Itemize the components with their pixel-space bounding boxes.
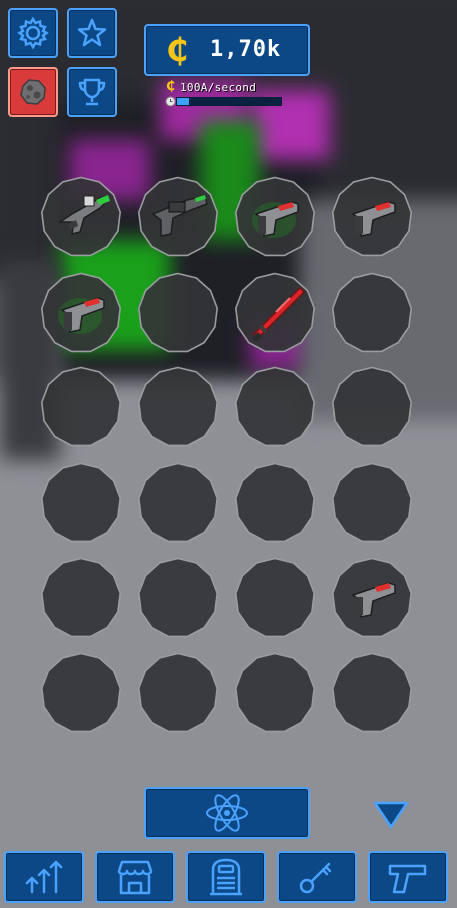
merge-slot[interactable] [234, 366, 316, 448]
slot-frame [331, 652, 413, 733]
slot-frame [234, 462, 316, 543]
trophy-icon [78, 78, 106, 106]
merge-slot[interactable] [234, 557, 316, 639]
merge-slot[interactable] [331, 462, 413, 544]
income-rate-text: 100A/second [180, 81, 257, 94]
store-icon [117, 860, 153, 895]
merge-slot[interactable] [234, 462, 316, 544]
triangle-down-icon[interactable] [372, 800, 410, 830]
merge-slot[interactable] [234, 272, 316, 354]
robot-icon [210, 858, 242, 896]
red-pistol-icon[interactable] [331, 176, 413, 258]
key-tab[interactable] [277, 851, 357, 903]
merge-slot[interactable] [331, 176, 413, 258]
slot-frame [234, 652, 316, 733]
star-icon [77, 18, 107, 47]
merge-slot[interactable] [137, 557, 219, 639]
slot-frame [40, 652, 122, 733]
merge-slot[interactable] [331, 557, 413, 639]
red-saber-icon[interactable] [234, 272, 316, 354]
merge-slot[interactable] [331, 366, 413, 448]
slot-frame [331, 462, 413, 543]
arrows-up-icon [25, 860, 63, 894]
merge-slot[interactable] [234, 652, 316, 734]
merge-slot[interactable] [40, 366, 122, 448]
slot-frame [40, 366, 122, 447]
merge-slot[interactable] [40, 176, 122, 258]
currency-panel: ₵ 1,70k [144, 24, 310, 76]
key-icon [299, 862, 332, 894]
merge-slot[interactable] [40, 272, 122, 354]
favorites-button[interactable] [67, 8, 117, 58]
clock-icon [165, 96, 176, 107]
slot-frame [137, 557, 219, 638]
merge-slot[interactable] [137, 652, 219, 734]
slot-frame [40, 557, 122, 638]
slot-frame [40, 462, 122, 543]
slot-frame [234, 366, 316, 447]
currency-value: 1,70k [210, 37, 282, 62]
slot-frame [137, 462, 219, 543]
slot-frame [137, 366, 219, 447]
slot-frame [137, 652, 219, 733]
atom-button[interactable] [144, 787, 310, 839]
slot-frame [331, 272, 413, 353]
slot-frame [137, 272, 219, 353]
merge-slot[interactable] [331, 272, 413, 354]
upgrades-tab[interactable] [4, 851, 84, 903]
atom-icon [206, 794, 248, 832]
background-scene [0, 0, 457, 908]
rate-coin-icon: ₵ [166, 79, 176, 94]
merge-slot[interactable] [40, 557, 122, 639]
income-progress-fill [177, 98, 190, 105]
income-progress-bar [176, 97, 282, 106]
merge-slot[interactable] [137, 272, 219, 354]
robot-tab[interactable] [186, 851, 266, 903]
red-pistol-glow-icon[interactable] [40, 272, 122, 354]
slot-frame [234, 557, 316, 638]
slot-frame [331, 366, 413, 447]
green-blaster-icon[interactable] [40, 176, 122, 258]
gear-icon [17, 16, 49, 50]
settings-button[interactable] [8, 8, 58, 58]
red-pistol-icon[interactable] [331, 557, 413, 639]
merge-slot[interactable] [137, 462, 219, 544]
merge-slot[interactable] [137, 366, 219, 448]
red-pistol-glow-icon[interactable] [234, 176, 316, 258]
merge-slot[interactable] [40, 462, 122, 544]
achievements-button[interactable] [67, 67, 117, 117]
merge-slot[interactable] [331, 652, 413, 734]
merge-slot[interactable] [40, 652, 122, 734]
weapons-tab[interactable] [368, 851, 448, 903]
asteroid-button[interactable] [8, 67, 58, 117]
merge-slot[interactable] [234, 176, 316, 258]
coin-icon: ₵ [166, 31, 189, 69]
asteroid-icon [20, 79, 46, 105]
shop-tab[interactable] [95, 851, 175, 903]
merge-slot[interactable] [137, 176, 219, 258]
heavy-blaster-icon[interactable] [137, 176, 219, 258]
pistol-icon [388, 864, 427, 894]
